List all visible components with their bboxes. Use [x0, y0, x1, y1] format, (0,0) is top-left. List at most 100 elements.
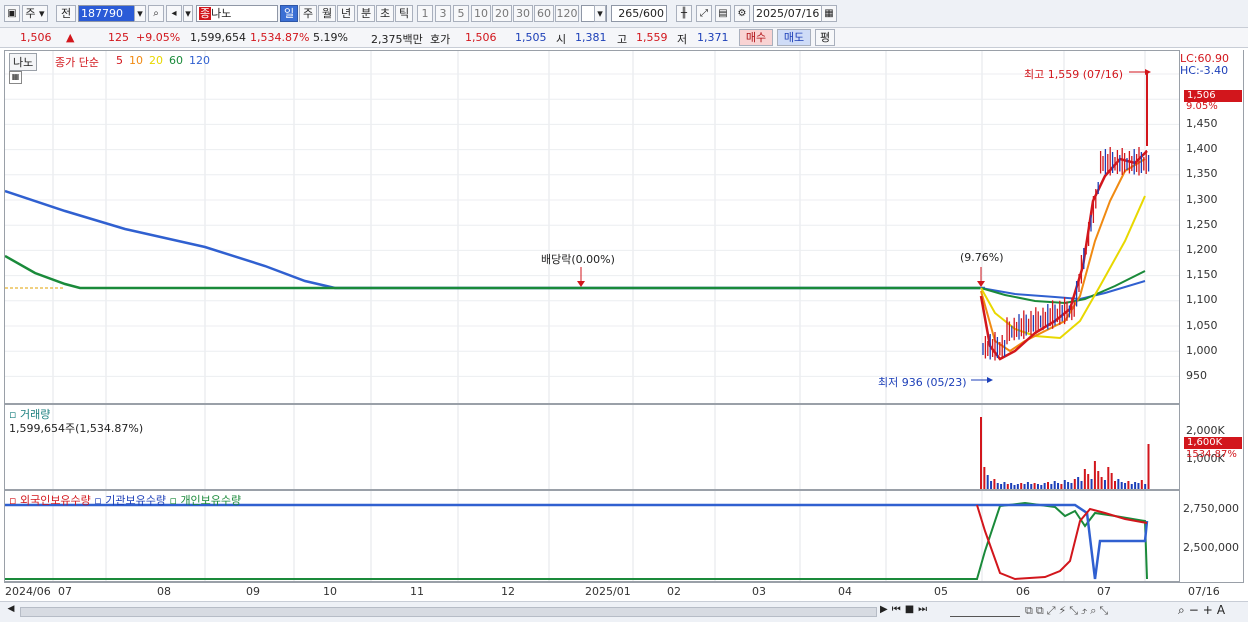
code-dropdown-icon[interactable]: ▾ — [134, 5, 146, 22]
volume-bar — [1120, 482, 1123, 489]
x-label: 2025/01 — [585, 585, 631, 598]
minute-60[interactable]: 60 — [534, 5, 554, 22]
volume-bar — [1016, 484, 1019, 489]
volume-value: 1,599,654 — [190, 31, 246, 44]
speaker-dropdown-icon[interactable]: ▾ — [183, 5, 193, 22]
volume-bar — [1020, 483, 1023, 489]
minute-5[interactable]: 5 — [453, 5, 469, 22]
gear-icon[interactable]: ⚙ — [734, 5, 750, 22]
eval-button[interactable]: 평 — [815, 29, 835, 46]
quote-bar: 1,506 ▲ 125 +9.05% 1,599,654 1,534.87% 5… — [0, 28, 1248, 48]
ma-10-label: 10 — [129, 54, 143, 67]
save-icon[interactable]: ▤ — [715, 5, 731, 22]
price-tick: 1,200 — [1186, 243, 1218, 256]
hc-value: HC:-3.40 — [1180, 64, 1229, 77]
mode-button[interactable]: 전 — [56, 5, 76, 22]
chart-tools-icon[interactable]: ⧉⧉⤢⚡⤡⤴⌕⤡ — [1025, 604, 1111, 618]
buy-button[interactable]: 매수 — [739, 29, 773, 46]
volume-bar — [1047, 482, 1049, 489]
volume-bar — [1090, 479, 1093, 489]
holdings-pane[interactable]: ▫ 외국인보유수량 ▫ 기관보유수량 ▫ 개인보유수량 — [4, 490, 1180, 582]
stock-name-field[interactable]: 종나노 — [196, 5, 278, 22]
legend-institution: ▫ 기관보유수량 — [94, 494, 166, 507]
volume-bar — [1083, 469, 1086, 489]
zoom-controls-icon[interactable]: ⌕−+A — [1178, 603, 1229, 618]
holdings-legend: ▫ 외국인보유수량 ▫ 기관보유수량 ▫ 개인보유수량 — [9, 492, 241, 508]
volume-bar — [1040, 485, 1043, 489]
minute-3[interactable]: 3 — [435, 5, 451, 22]
price-tick: 1,000 — [1186, 343, 1218, 357]
bar-count-field[interactable]: 265/600 — [611, 5, 667, 22]
volume-pct-tag: 1534.87% — [1186, 449, 1237, 460]
volume-bar — [1080, 481, 1083, 489]
high-label: 고 — [617, 33, 628, 46]
scroll-track[interactable] — [20, 607, 877, 617]
table-icon[interactable]: ▦ — [9, 71, 22, 84]
minute-20[interactable]: 20 — [492, 5, 512, 22]
scroll-left-icon[interactable]: ◀ — [4, 604, 18, 618]
interval-day[interactable]: 일 — [280, 5, 298, 22]
custom-interval-dropdown-icon[interactable]: ▾ — [594, 5, 606, 22]
window-icon[interactable]: ▣ — [4, 5, 20, 22]
volume-bar — [1144, 484, 1147, 489]
x-label: 02 — [667, 585, 681, 598]
price-tick: 1,250 — [1186, 217, 1218, 231]
volume-bar — [1003, 482, 1006, 489]
period-value: 주 — [25, 7, 36, 20]
volume-bar — [1006, 484, 1009, 489]
volume-bar — [1103, 480, 1106, 489]
interval-tick[interactable]: 틱 — [395, 5, 413, 22]
volume-bar — [1077, 477, 1080, 489]
volume-bar — [1070, 483, 1073, 489]
price-chart — [5, 51, 1179, 403]
volume-bar — [1137, 483, 1140, 489]
interval-year[interactable]: 년 — [337, 5, 355, 22]
volume-pct: 1,534.87% — [250, 31, 310, 44]
interval-week[interactable]: 주 — [299, 5, 317, 22]
interval-month[interactable]: 월 — [318, 5, 336, 22]
sell-button[interactable]: 매도 — [777, 29, 811, 46]
minute-120[interactable]: 120 — [555, 5, 579, 22]
minute-30[interactable]: 30 — [513, 5, 533, 22]
ma-120-label: 120 — [189, 54, 210, 67]
pane-stock-name[interactable]: 나노 — [9, 53, 38, 71]
x-label: 07 — [1097, 585, 1111, 598]
date-input[interactable]: 2025/07/16 — [753, 5, 823, 22]
price-pane[interactable]: 나노 종가 단순 5 10 20 60 120 ▦ 최고 1,559 (07/1… — [4, 50, 1180, 404]
price-tick: 1,400 — [1186, 142, 1218, 156]
bar-count-input[interactable]: 265 — [618, 7, 639, 20]
calendar-icon[interactable]: ▦ — [821, 5, 837, 22]
candle-icon[interactable]: ╫ — [676, 5, 692, 22]
x-label: 05 — [934, 585, 948, 598]
volume-bar — [1057, 483, 1060, 489]
minute-1[interactable]: 1 — [417, 5, 433, 22]
indicator-icon[interactable]: ⤢ — [696, 5, 712, 22]
volume-bar — [1000, 484, 1003, 489]
ma-title: 종가 단순 — [55, 56, 99, 69]
ask-price: 1,506 — [465, 31, 497, 44]
stock-name: 나노 — [211, 7, 232, 20]
dividend-annotation: 배당락(0.00%) — [541, 253, 615, 266]
volume-bar — [1110, 473, 1113, 489]
x-label: 06 — [1016, 585, 1030, 598]
volume-pane[interactable]: ▫ 거래량 1,599,654주(1,534.87%) — [4, 404, 1180, 490]
volume-bar — [1097, 471, 1100, 489]
minute-10[interactable]: 10 — [471, 5, 491, 22]
zoom-slider[interactable] — [950, 604, 1020, 617]
current-price: 1,506 — [20, 31, 52, 44]
x-label: 09 — [246, 585, 260, 598]
speaker-icon[interactable]: ◂ — [166, 5, 182, 22]
volume-bar — [1124, 483, 1127, 489]
scroll-bar[interactable]: ◀ ▶⏮■⏭ ⧉⧉⤢⚡⤡⤴⌕⤡ ⌕−+A — [0, 601, 1248, 622]
bar-count-total: /600 — [639, 7, 664, 20]
legend-individual-text: 개인보유수량 — [180, 494, 242, 507]
period-select[interactable]: 주 ▾ — [22, 5, 48, 22]
volume-bar — [1067, 482, 1070, 489]
interval-second[interactable]: 초 — [376, 5, 394, 22]
interval-minute[interactable]: 분 — [357, 5, 375, 22]
volume-bar — [1043, 483, 1046, 489]
play-controls-icon[interactable]: ▶⏮■⏭ — [880, 604, 931, 615]
volume-bar — [1100, 477, 1103, 489]
ma-60-line — [5, 254, 980, 290]
search-icon[interactable]: ⌕ — [148, 5, 164, 22]
